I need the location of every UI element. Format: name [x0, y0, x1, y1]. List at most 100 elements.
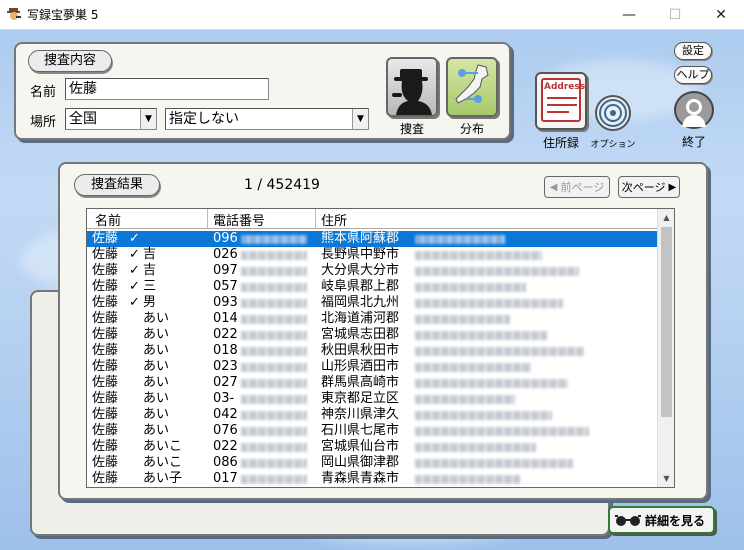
row-surname: 佐藤	[92, 231, 119, 246]
redacted-address	[415, 427, 589, 436]
table-row[interactable]: 佐藤 あいこ 086 岡山県御津郡	[87, 455, 658, 471]
scroll-thumb[interactable]	[661, 227, 672, 417]
redacted-phone	[241, 315, 307, 324]
row-mark-icon: ✓	[129, 279, 140, 294]
row-surname: 佐藤	[92, 391, 119, 406]
result-counter: 1 / 452419	[244, 177, 320, 193]
row-given-name: あい	[143, 359, 170, 374]
row-phone: 057	[213, 279, 238, 294]
option-button[interactable]	[595, 95, 631, 131]
row-address: 大分県大分市	[321, 263, 400, 278]
redacted-address	[415, 299, 563, 308]
address-book-button[interactable]: Address	[535, 72, 587, 130]
chevron-down-icon: ▼	[140, 109, 156, 129]
row-given-name: あい	[143, 343, 170, 358]
table-row[interactable]: 佐藤 あい 023 山形県酒田市	[87, 359, 658, 375]
row-phone: 018	[213, 343, 238, 358]
row-surname: 佐藤	[92, 279, 119, 294]
results-list[interactable]: 名前 電話番号 住所 佐藤 ✓ 096 熊本県阿蘇郡 佐藤 ✓ 吉 026 長野県中野市 佐藤 ✓ 吉…	[86, 208, 675, 488]
distribution-button[interactable]	[446, 57, 498, 117]
view-details-button[interactable]: 詳細を見る	[608, 506, 715, 534]
address-card-text: Address	[544, 82, 586, 92]
city-select[interactable]: 指定しない ▼	[165, 108, 369, 130]
japan-map-icon	[455, 64, 489, 104]
table-row[interactable]: 佐藤 ✓ 男 093 福岡県北九州	[87, 295, 658, 311]
row-given-name: あい	[143, 375, 170, 390]
row-phone: 03-	[213, 391, 235, 406]
table-row[interactable]: 佐藤 ✓ 096 熊本県阿蘇郡	[87, 231, 658, 247]
next-page-button[interactable]: 次ページ ▶	[618, 176, 680, 198]
redacted-address	[415, 411, 552, 420]
help-button[interactable]: ヘルプ	[674, 66, 712, 84]
redacted-address	[415, 379, 568, 388]
address-book-icon: Address	[541, 78, 585, 122]
vertical-scrollbar[interactable]: ▲ ▼	[657, 209, 674, 487]
minimize-button[interactable]: —	[606, 0, 652, 30]
redacted-address	[415, 251, 542, 260]
column-phone[interactable]: 電話番号	[213, 210, 265, 229]
prefecture-value: 全国	[69, 111, 97, 127]
row-address: 東京都足立区	[321, 391, 400, 406]
settings-button[interactable]: 設定	[674, 42, 712, 60]
row-surname: 佐藤	[92, 247, 119, 262]
redacted-phone	[241, 331, 307, 340]
redacted-phone	[241, 251, 307, 260]
table-row[interactable]: 佐藤 ✓ 吉 097 大分県大分市	[87, 263, 658, 279]
name-label: 名前	[30, 85, 57, 100]
redacted-address	[415, 443, 536, 452]
row-address: 熊本県阿蘇郡	[321, 231, 400, 246]
exit-button[interactable]	[674, 91, 714, 129]
table-row[interactable]: 佐藤 あい 022 宮城県志田郡	[87, 327, 658, 343]
row-given-name: あいこ	[143, 439, 183, 454]
column-name[interactable]: 名前	[95, 210, 121, 229]
row-phone: 017	[213, 471, 238, 486]
redacted-phone	[241, 411, 307, 420]
row-address: 宮城県志田郡	[321, 327, 400, 342]
redacted-address	[415, 363, 531, 372]
row-address: 長野県中野市	[321, 247, 400, 262]
close-button[interactable]: ✕	[698, 0, 744, 30]
table-row[interactable]: 佐藤 あい子 017 青森県青森市	[87, 471, 658, 487]
redacted-phone	[241, 283, 307, 292]
table-row[interactable]: 佐藤 あい 027 群馬県高崎市	[87, 375, 658, 391]
row-surname: 佐藤	[92, 263, 119, 278]
address-book-label: 住所録	[542, 136, 579, 150]
row-address: 神奈川県津久	[321, 407, 400, 422]
table-row[interactable]: 佐藤 あい 014 北海道浦河郡	[87, 311, 658, 327]
next-arrow-icon: ▶	[668, 181, 677, 193]
column-address[interactable]: 住所	[321, 210, 347, 229]
redacted-address	[415, 459, 573, 468]
redacted-phone	[241, 379, 307, 388]
redacted-phone	[241, 443, 307, 452]
prefecture-select[interactable]: 全国 ▼	[65, 108, 157, 130]
scroll-up-icon[interactable]: ▲	[658, 209, 675, 226]
table-row[interactable]: 佐藤 ✓ 三 057 岐阜県郡上郡	[87, 279, 658, 295]
table-row[interactable]: 佐藤 あい 042 神奈川県津久	[87, 407, 658, 423]
maximize-button[interactable]: ☐	[652, 0, 698, 30]
name-input[interactable]: 佐藤	[65, 78, 269, 100]
table-row[interactable]: 佐藤 あい 076 石川県七尾市	[87, 423, 658, 439]
prev-page-button[interactable]: ◀ 前ページ	[544, 176, 610, 198]
option-label: オプション	[590, 140, 636, 150]
redacted-phone	[241, 475, 307, 484]
row-address: 宮城県仙台市	[321, 439, 400, 454]
row-surname: 佐藤	[92, 439, 119, 454]
table-row[interactable]: 佐藤 ✓ 吉 026 長野県中野市	[87, 247, 658, 263]
table-row[interactable]: 佐藤 あい 018 秋田県秋田市	[87, 343, 658, 359]
row-given-name: あい子	[143, 471, 183, 486]
results-header: 捜査結果	[74, 174, 160, 196]
row-phone: 023	[213, 359, 238, 374]
prev-page-label: 前ページ	[560, 181, 605, 194]
window-title: 写録宝夢巣 5	[27, 8, 99, 22]
table-row[interactable]: 佐藤 あい 03- 東京都足立区	[87, 391, 658, 407]
user-exit-icon	[682, 99, 706, 127]
row-given-name: あい	[143, 311, 170, 326]
table-row[interactable]: 佐藤 あいこ 022 宮城県仙台市	[87, 439, 658, 455]
redacted-address	[415, 331, 547, 340]
row-given-name: 吉	[143, 263, 157, 278]
row-phone: 096	[213, 231, 238, 246]
search-button[interactable]	[386, 57, 438, 117]
redacted-phone	[241, 363, 307, 372]
scroll-down-icon[interactable]: ▼	[658, 470, 675, 487]
redacted-phone	[241, 347, 307, 356]
